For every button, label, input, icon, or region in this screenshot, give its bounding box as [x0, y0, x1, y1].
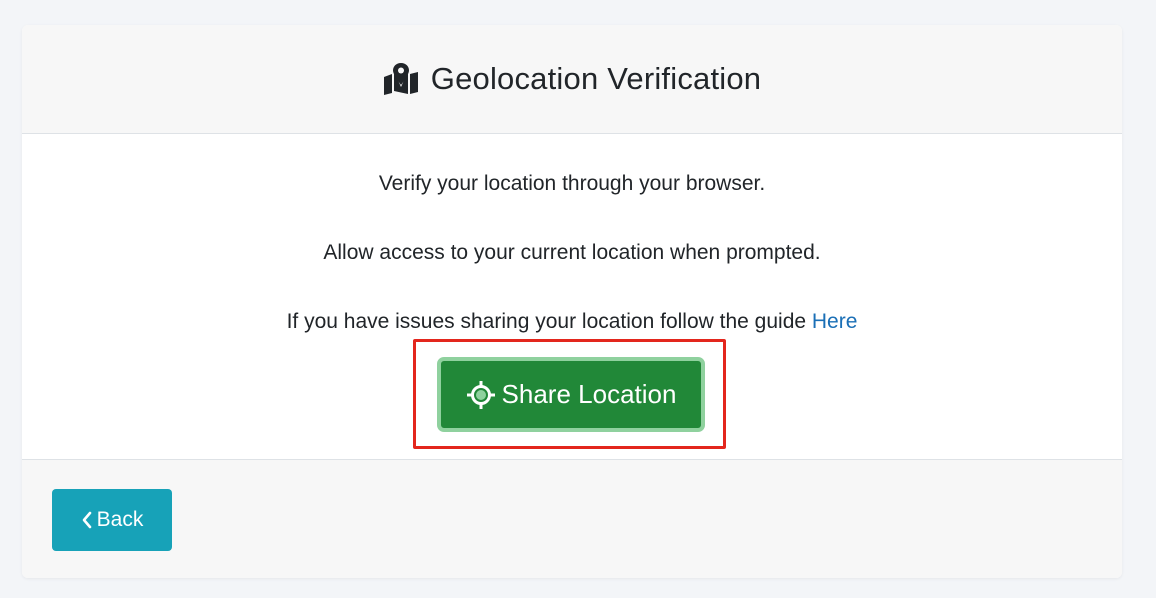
chevron-left-icon [81, 511, 93, 529]
verification-card: Geolocation Verification Verify your loc… [22, 25, 1122, 578]
guide-text: If you have issues sharing your location… [22, 310, 1122, 334]
card-header: Geolocation Verification [22, 25, 1122, 134]
guide-link[interactable]: Here [812, 310, 858, 333]
prompt-text: Allow access to your current location wh… [323, 241, 821, 264]
share-location-button[interactable]: Share Location [437, 357, 705, 432]
card-footer: Back [22, 459, 1122, 578]
back-label: Back [96, 508, 144, 531]
share-location-label: Share Location [501, 379, 677, 409]
map-marked-icon [383, 63, 419, 95]
crosshair-icon [466, 380, 496, 410]
guide-text-prefix: If you have issues sharing your location… [286, 310, 812, 333]
page-title: Geolocation Verification [430, 61, 762, 96]
instruction-text: Verify your location through your browse… [378, 172, 766, 195]
card-body: Verify your location through your browse… [22, 134, 1122, 459]
back-button[interactable]: Back [52, 489, 172, 551]
